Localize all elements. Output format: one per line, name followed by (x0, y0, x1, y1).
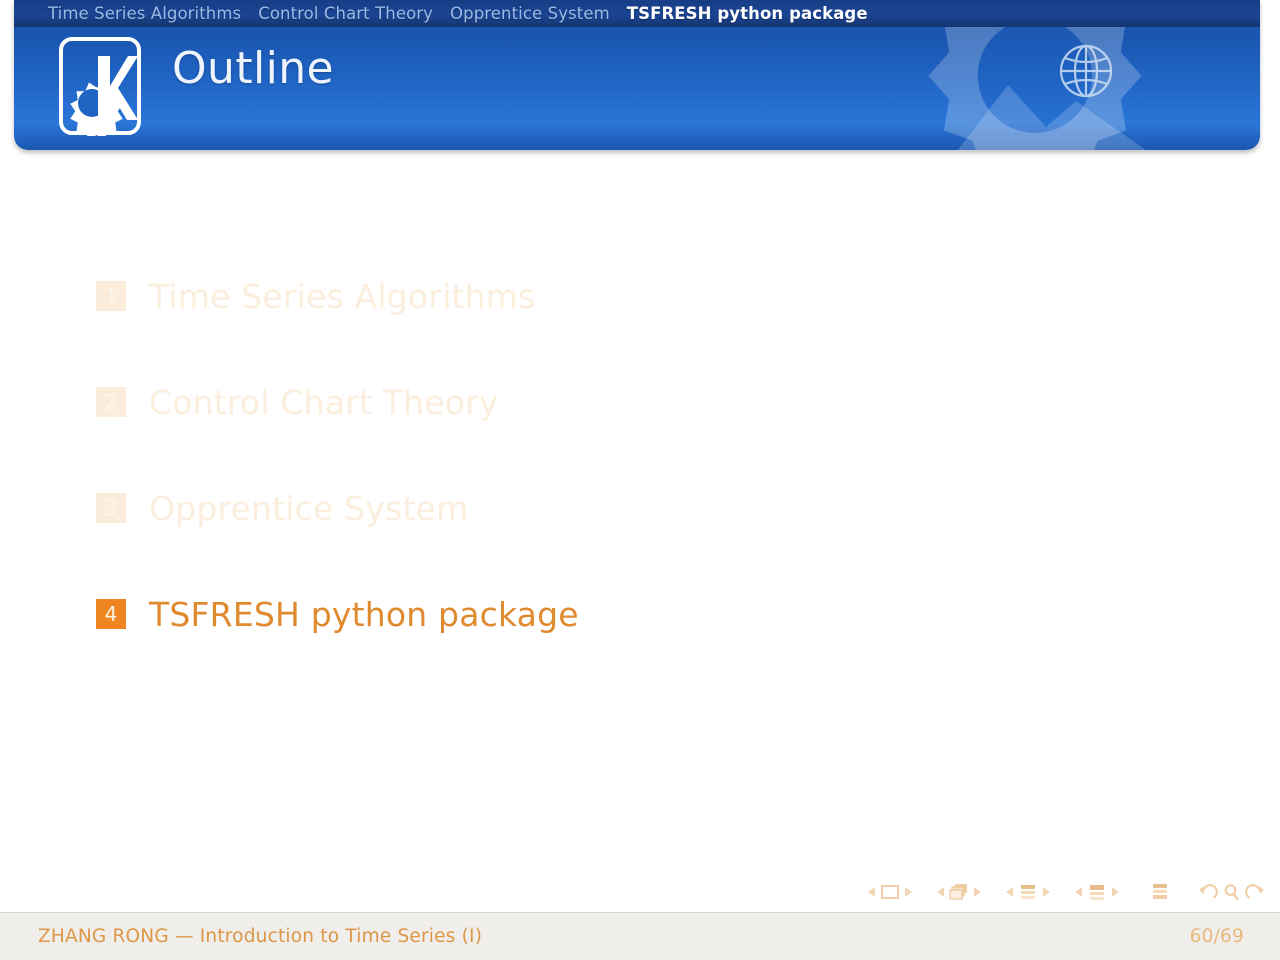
frame-navigation-group (933, 882, 985, 902)
slide-navigation-icon[interactable] (879, 882, 901, 902)
next-slide-icon[interactable] (905, 887, 912, 897)
next-subsection-icon[interactable] (1043, 887, 1050, 897)
section-navigation-bar: Time Series Algorithms Control Chart The… (14, 0, 1260, 27)
previous-section-icon[interactable] (1075, 887, 1082, 897)
outline-item-opprentice-system[interactable]: 3 Opprentice System (0, 474, 1280, 542)
slide-navigation-group (864, 882, 916, 902)
slide-header: Time Series Algorithms Control Chart The… (14, 0, 1260, 150)
outline-item-label: Control Chart Theory (149, 382, 499, 422)
footer-author-title: ZHANG RONG — Introduction to Time Series… (38, 926, 483, 947)
forward-arrow-icon[interactable] (1244, 882, 1265, 902)
presentation-slide: Time Series Algorithms Control Chart The… (0, 0, 1280, 960)
subsection-navigation-icon[interactable] (1017, 882, 1039, 902)
title-band: Outline (14, 27, 1260, 150)
section-navigation-group (1071, 882, 1123, 902)
outline-item-label: Opprentice System (149, 488, 469, 528)
presentation-document-icon[interactable] (1149, 882, 1171, 902)
beamer-navigation-symbols (864, 881, 1266, 903)
outline-item-number: 2 (96, 387, 126, 417)
back-arrow-icon[interactable] (1198, 882, 1219, 902)
outline-item-label: Time Series Algorithms (149, 276, 536, 316)
frame-navigation-icon[interactable] (948, 882, 970, 902)
next-section-icon[interactable] (1112, 887, 1119, 897)
outline-list: 1 Time Series Algorithms 2 Control Chart… (0, 262, 1280, 686)
outline-item-number: 3 (96, 493, 126, 523)
next-frame-icon[interactable] (974, 887, 981, 897)
section-navigation-icon[interactable] (1086, 882, 1108, 902)
outline-item-number: 1 (96, 281, 126, 311)
globe-icon (1059, 44, 1113, 98)
outline-item-label: TSFRESH python package (149, 594, 579, 634)
page-title: Outline (172, 43, 334, 94)
nav-item-tsfresh-python-package[interactable]: TSFRESH python package (627, 4, 868, 23)
previous-frame-icon[interactable] (937, 887, 944, 897)
search-magnifier-icon[interactable] (1221, 882, 1242, 902)
outline-item-number: 4 (96, 599, 126, 629)
nav-item-opprentice-system[interactable]: Opprentice System (450, 4, 610, 23)
slide-footer: ZHANG RONG — Introduction to Time Series… (0, 912, 1280, 960)
nav-item-control-chart-theory[interactable]: Control Chart Theory (258, 4, 433, 23)
footer-page-number: 60/69 (1189, 926, 1244, 947)
previous-subsection-icon[interactable] (1006, 887, 1013, 897)
outline-item-control-chart-theory[interactable]: 2 Control Chart Theory (0, 368, 1280, 436)
kde-k-gear-logo (59, 37, 141, 136)
navigation-tools-group (1197, 882, 1266, 902)
outline-item-tsfresh-python-package[interactable]: 4 TSFRESH python package (0, 580, 1280, 648)
outline-item-time-series-algorithms[interactable]: 1 Time Series Algorithms (0, 262, 1280, 330)
subsection-navigation-group (1002, 882, 1054, 902)
nav-item-time-series-algorithms[interactable]: Time Series Algorithms (48, 4, 241, 23)
previous-slide-icon[interactable] (868, 887, 875, 897)
